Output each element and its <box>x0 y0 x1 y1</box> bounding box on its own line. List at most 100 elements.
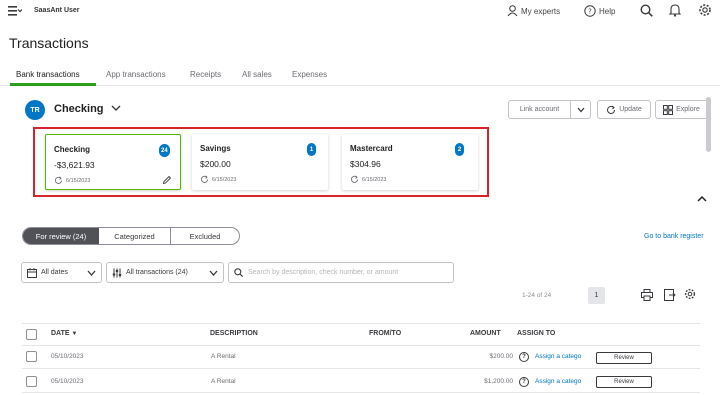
review-button[interactable]: Review <box>596 352 652 364</box>
sync-icon <box>200 175 209 184</box>
date-filter-label: All dates <box>41 269 68 276</box>
transaction-tabs: Bank transactions App transactions Recei… <box>0 66 720 86</box>
account-card-mastercard[interactable]: Mastercard 2 $304.96 6/15/2023 <box>342 134 478 190</box>
chevron-down-icon <box>209 270 218 276</box>
table-top-divider <box>22 323 700 324</box>
account-card-balance: -$3,621.93 <box>54 160 95 170</box>
row-checkbox[interactable] <box>26 351 37 362</box>
svg-text:?: ? <box>588 8 592 16</box>
tab-all-sales[interactable]: All sales <box>242 70 272 79</box>
account-card-savings[interactable]: Savings 1 $200.00 6/15/2023 <box>192 134 328 190</box>
update-label: Update <box>619 106 642 113</box>
row-date: 05/10/2023 <box>51 353 84 360</box>
pending-count-badge: 1 <box>307 143 316 156</box>
explore-button[interactable]: Explore <box>655 100 708 119</box>
grid-icon <box>663 104 674 115</box>
row-divider <box>22 392 700 393</box>
help-label: Help <box>599 6 616 16</box>
sync-icon <box>350 175 359 184</box>
row-description: A Rental <box>211 353 236 360</box>
column-header-date-label: DATE <box>51 330 70 337</box>
column-header-date[interactable]: DATE ▼ <box>51 330 77 337</box>
row-date: 05/10/2023 <box>51 378 84 385</box>
go-to-bank-register-link[interactable]: Go to bank register <box>644 233 704 240</box>
column-header-assign-to[interactable]: ASSIGN TO <box>517 330 555 337</box>
link-account-label: Link account <box>519 106 560 113</box>
pending-count-badge: 2 <box>455 143 464 156</box>
segment-for-review[interactable]: For review (24) <box>23 228 99 244</box>
company-name: SaasAnt User <box>34 7 80 14</box>
settings-gear-icon[interactable] <box>698 3 712 17</box>
table-settings-gear-icon[interactable] <box>684 288 696 300</box>
experts-icon <box>507 5 518 17</box>
chevron-up-icon[interactable] <box>696 194 708 203</box>
explore-label: Explore <box>676 106 700 113</box>
column-header-amount[interactable]: AMOUNT <box>470 330 501 337</box>
update-button[interactable]: Update <box>597 100 651 119</box>
row-description: A Rental <box>211 378 236 385</box>
account-selector-title[interactable]: Checking <box>54 103 104 115</box>
question-mark-icon: ? <box>519 352 529 362</box>
link-account-dropdown-button[interactable] <box>571 100 591 119</box>
my-experts-label: My experts <box>521 6 561 16</box>
current-page[interactable]: 1 <box>588 287 605 304</box>
help-link[interactable]: ? Help <box>584 3 615 19</box>
assign-category-link[interactable]: Assign a catego <box>535 378 581 385</box>
my-experts-link[interactable]: My experts <box>507 3 560 19</box>
sync-icon <box>54 176 63 185</box>
search-field[interactable]: Search by description, check number, or … <box>228 262 454 283</box>
assign-category-link[interactable]: Assign a catego <box>535 353 581 360</box>
page-title: Transactions <box>9 35 89 51</box>
menu-icon[interactable] <box>8 6 22 16</box>
tab-app-transactions[interactable]: App transactions <box>106 70 166 79</box>
account-card-date: 6/15/2023 <box>66 178 91 184</box>
cards-scrollbar[interactable] <box>706 97 711 152</box>
account-card-balance: $200.00 <box>200 159 231 169</box>
select-all-checkbox[interactable] <box>26 329 37 340</box>
row-amount: $1,200.00 <box>484 378 513 385</box>
pagination-range: 1-24 of 24 <box>522 292 552 299</box>
account-card-date: 6/15/2023 <box>212 177 237 183</box>
search-placeholder: Search by description, check number, or … <box>248 269 399 276</box>
print-icon[interactable] <box>641 289 653 301</box>
account-card-name: Savings <box>200 144 231 153</box>
transaction-type-filter-dropdown[interactable]: All transactions (24) <box>106 262 224 283</box>
link-account-button[interactable]: Link account <box>508 100 571 119</box>
row-divider <box>22 368 700 369</box>
tab-bank-transactions[interactable]: Bank transactions <box>16 70 80 79</box>
bank-account-icon: TR <box>25 100 45 120</box>
notifications-bell-icon[interactable] <box>669 3 681 17</box>
bank-account-icon-label: TR <box>30 106 40 114</box>
row-checkbox[interactable] <box>26 376 37 387</box>
chevron-down-icon <box>577 107 585 113</box>
transaction-filter-label: All transactions (24) <box>126 269 188 276</box>
search-icon[interactable] <box>640 4 653 17</box>
filter-sliders-icon <box>112 268 122 278</box>
search-icon <box>234 268 243 277</box>
chevron-down-icon <box>87 270 96 276</box>
account-card-name: Checking <box>54 145 91 154</box>
segment-categorized[interactable]: Categorized <box>99 228 171 244</box>
date-filter-dropdown[interactable]: All dates <box>21 262 102 283</box>
account-card-checking[interactable]: Checking 24 -$3,621.93 6/15/2023 <box>45 134 181 190</box>
review-status-toggle: For review (24) Categorized Excluded <box>22 227 240 245</box>
tab-receipts[interactable]: Receipts <box>190 70 221 79</box>
edit-pencil-icon[interactable] <box>162 175 172 185</box>
sort-down-icon: ▼ <box>71 331 78 337</box>
account-card-balance: $304.96 <box>350 159 381 169</box>
row-amount: $200.00 <box>489 353 514 360</box>
chevron-down-icon[interactable] <box>111 104 121 112</box>
table-header-divider <box>22 345 700 346</box>
calendar-icon <box>27 267 37 278</box>
review-button[interactable]: Review <box>596 376 652 388</box>
help-icon: ? <box>584 5 596 17</box>
column-header-description[interactable]: DESCRIPTION <box>210 330 258 337</box>
pending-count-badge: 24 <box>159 144 170 157</box>
export-icon[interactable] <box>664 289 676 301</box>
account-card-name: Mastercard <box>350 144 393 153</box>
column-header-from-to[interactable]: FROM/TO <box>369 330 401 337</box>
segment-excluded[interactable]: Excluded <box>171 228 239 244</box>
refresh-icon <box>606 105 616 115</box>
active-tab-indicator <box>10 83 96 86</box>
tab-expenses[interactable]: Expenses <box>292 70 327 79</box>
